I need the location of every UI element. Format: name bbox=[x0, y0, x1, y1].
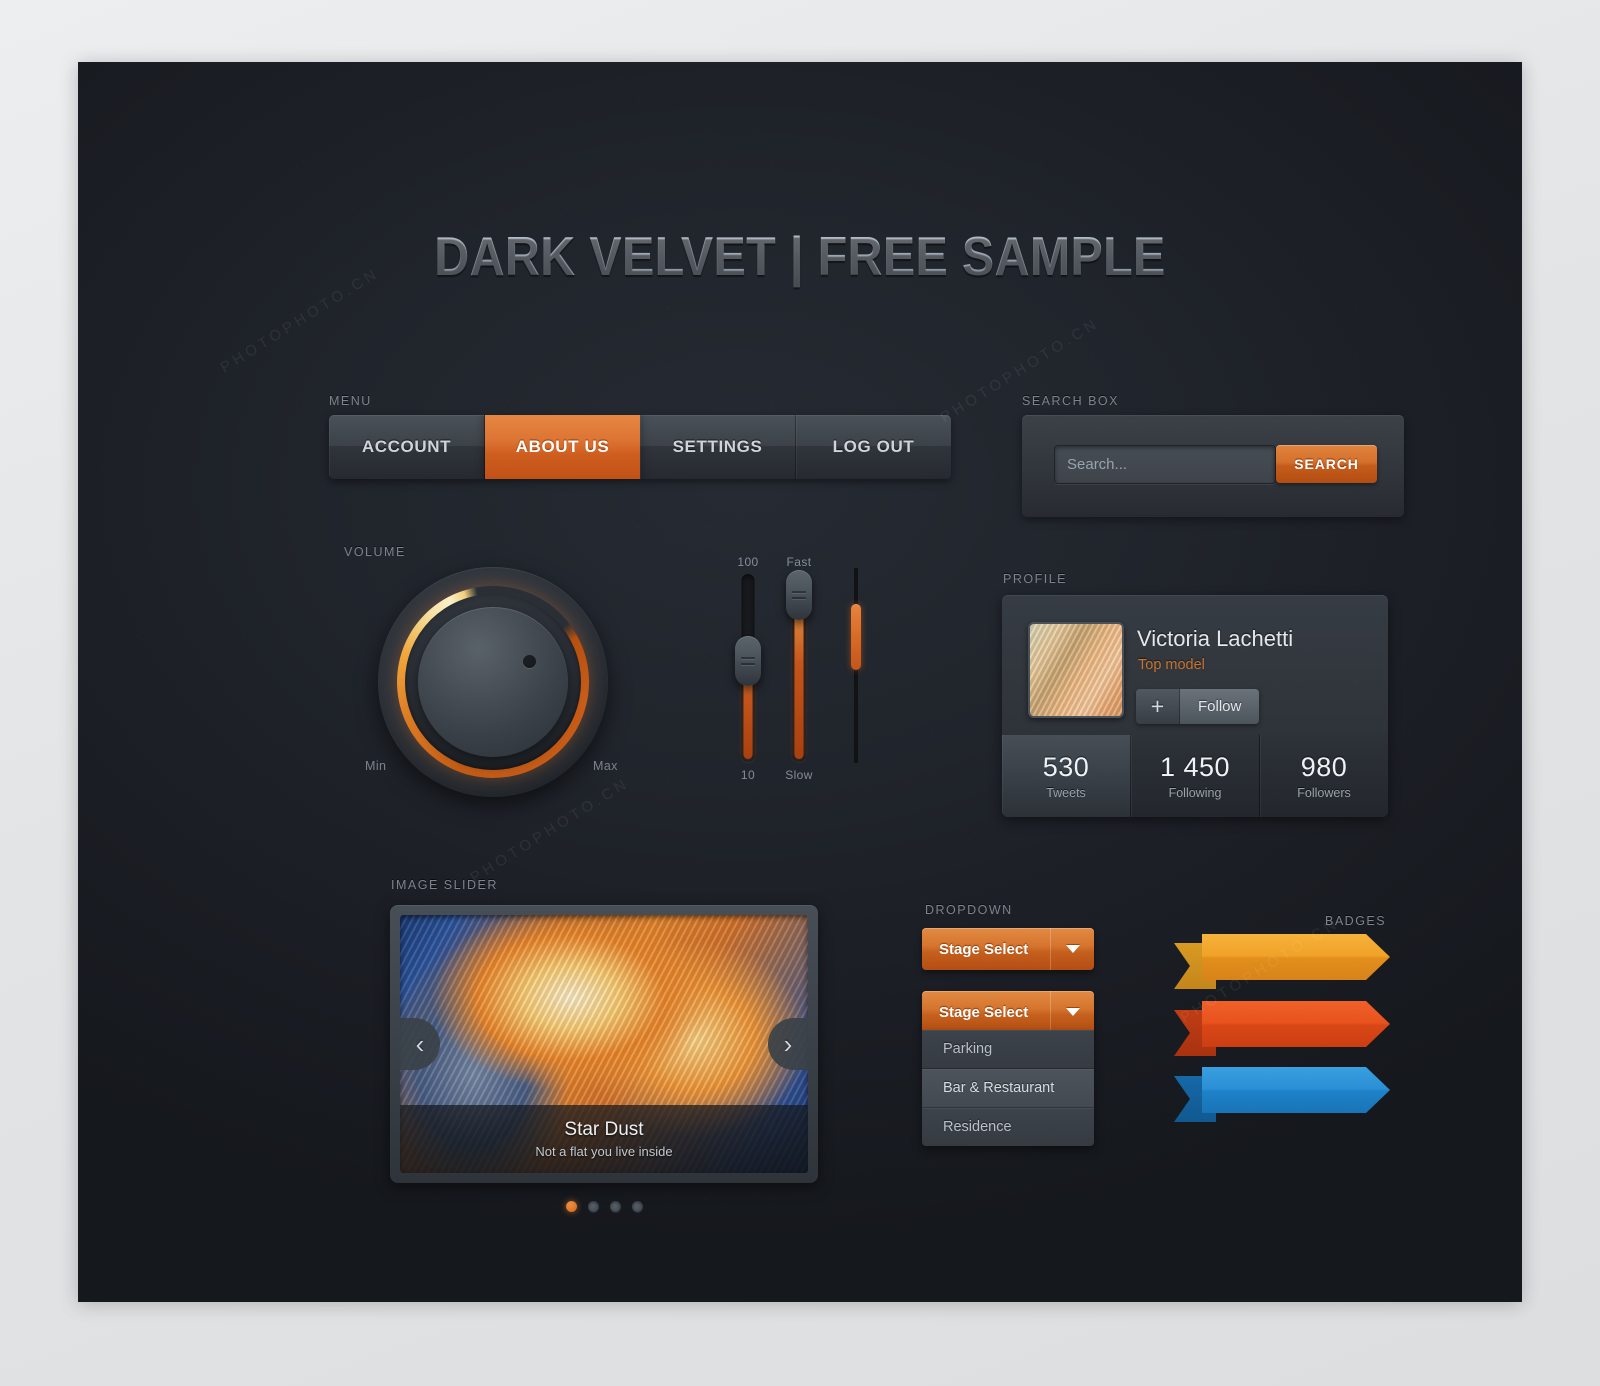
pagination-dot-4[interactable] bbox=[631, 1201, 643, 1212]
volume-min-label: Min bbox=[365, 759, 387, 773]
menu-item-log-out[interactable]: LOG OUT bbox=[796, 415, 951, 479]
badge-blue-body bbox=[1202, 1067, 1390, 1113]
slider-2[interactable] bbox=[786, 570, 812, 762]
profile-caption: PROFILE bbox=[1003, 572, 1067, 586]
knob-cap[interactable] bbox=[418, 607, 568, 757]
badges-caption: BADGES bbox=[1325, 914, 1387, 928]
dark-panel: DARK VELVET | FREE SAMPLE MENU ACCOUNT A… bbox=[78, 62, 1522, 1302]
slide-caption: Star Dust Not a flat you live inside bbox=[400, 1105, 808, 1173]
avatar bbox=[1028, 622, 1124, 718]
follow-button[interactable]: + Follow bbox=[1136, 689, 1260, 724]
stat-following[interactable]: 1 450 Following bbox=[1131, 735, 1260, 817]
slider-2-top-label: Fast bbox=[786, 555, 812, 569]
badge-blue[interactable] bbox=[1174, 1067, 1390, 1122]
chevron-left-icon[interactable]: ‹ bbox=[400, 1018, 440, 1070]
badge-yellow-body bbox=[1202, 934, 1390, 980]
menu-caption: MENU bbox=[329, 394, 372, 408]
plus-icon: + bbox=[1136, 689, 1180, 724]
badge-yellow[interactable] bbox=[1174, 934, 1390, 989]
stat-following-label: Following bbox=[1168, 786, 1222, 800]
dropdown-options: Parking Bar & Restaurant Residence bbox=[922, 1030, 1094, 1146]
progress-bar-fill[interactable] bbox=[851, 604, 861, 670]
slide-image: ‹ › Star Dust Not a flat you live inside bbox=[400, 915, 808, 1173]
profile-card: Victoria Lachetti Top model + Follow 530… bbox=[1002, 595, 1388, 817]
progress-bar[interactable] bbox=[851, 568, 861, 763]
menu-bar: ACCOUNT ABOUT US SETTINGS LOG OUT bbox=[329, 415, 951, 479]
dropdown-option-parking[interactable]: Parking bbox=[922, 1030, 1094, 1069]
search-box-panel: SEARCH bbox=[1022, 415, 1404, 517]
image-slider: ‹ › Star Dust Not a flat you live inside bbox=[390, 905, 818, 1183]
slide-title: Star Dust bbox=[564, 1119, 644, 1140]
knob-indicator-dot bbox=[523, 655, 536, 668]
follow-button-label: Follow bbox=[1180, 689, 1260, 724]
image-slider-caption: IMAGE SLIDER bbox=[391, 878, 498, 892]
slider-2-bottom-label: Slow bbox=[785, 768, 813, 782]
volume-max-label: Max bbox=[593, 759, 618, 773]
chevron-down-icon[interactable] bbox=[1050, 928, 1094, 970]
badge-orange-body bbox=[1202, 1001, 1390, 1047]
pagination-dot-3[interactable] bbox=[609, 1201, 621, 1212]
badge-orange[interactable] bbox=[1174, 1001, 1390, 1056]
chevron-right-icon[interactable]: › bbox=[768, 1018, 808, 1070]
chevron-down-icon-open[interactable] bbox=[1050, 991, 1094, 1033]
search-input[interactable] bbox=[1054, 445, 1276, 484]
profile-role: Top model bbox=[1138, 657, 1205, 673]
stat-followers-value: 980 bbox=[1300, 752, 1348, 782]
profile-name: Victoria Lachetti bbox=[1137, 626, 1294, 651]
profile-stats: 530 Tweets 1 450 Following 980 Followers bbox=[1002, 735, 1388, 817]
dropdown-option-bar-restaurant[interactable]: Bar & Restaurant bbox=[922, 1069, 1094, 1108]
volume-caption: VOLUME bbox=[344, 545, 406, 559]
slider-pagination bbox=[390, 1201, 818, 1212]
pagination-dot-1[interactable] bbox=[565, 1201, 577, 1212]
slide-subtitle: Not a flat you live inside bbox=[535, 1144, 673, 1159]
dropdown-option-residence[interactable]: Residence bbox=[922, 1108, 1094, 1146]
dropdown-closed[interactable]: Stage Select bbox=[922, 928, 1094, 970]
ui-kit-screenshot: DARK VELVET | FREE SAMPLE MENU ACCOUNT A… bbox=[0, 0, 1600, 1386]
volume-knob[interactable] bbox=[378, 567, 608, 797]
menu-item-settings[interactable]: SETTINGS bbox=[640, 415, 796, 479]
dropdown-closed-label: Stage Select bbox=[939, 940, 1029, 958]
stat-tweets[interactable]: 530 Tweets bbox=[1002, 735, 1131, 817]
dropdown-caption: DROPDOWN bbox=[925, 903, 1013, 917]
page-title: DARK VELVET | FREE SAMPLE bbox=[165, 224, 1436, 288]
dropdown-open[interactable]: Stage Select bbox=[922, 991, 1094, 1033]
stat-tweets-label: Tweets bbox=[1046, 786, 1086, 800]
dropdown-open-label: Stage Select bbox=[939, 1003, 1029, 1021]
slider-1-handle[interactable] bbox=[735, 636, 761, 686]
search-button[interactable]: SEARCH bbox=[1276, 445, 1377, 483]
slider-2-handle[interactable] bbox=[786, 570, 812, 620]
slider-1[interactable] bbox=[735, 574, 761, 762]
stat-followers-label: Followers bbox=[1297, 786, 1351, 800]
menu-item-account[interactable]: ACCOUNT bbox=[329, 415, 485, 479]
pagination-dot-2[interactable] bbox=[587, 1201, 599, 1212]
stat-tweets-value: 530 bbox=[1042, 752, 1090, 782]
menu-item-about-us[interactable]: ABOUT US bbox=[485, 415, 640, 479]
search-caption: SEARCH BOX bbox=[1022, 394, 1119, 408]
watermark: PHOTOPHOTO.CN bbox=[937, 314, 1103, 427]
stat-followers[interactable]: 980 Followers bbox=[1260, 735, 1388, 817]
stat-following-value: 1 450 bbox=[1159, 752, 1231, 782]
